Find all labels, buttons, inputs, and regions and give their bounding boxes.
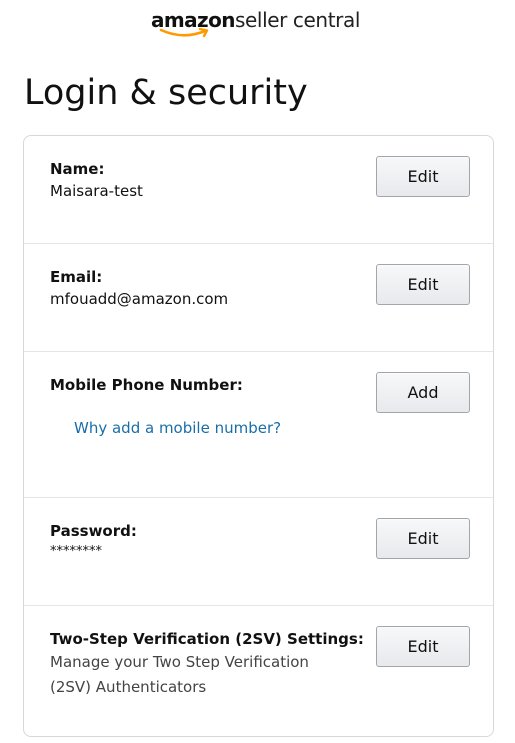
name-label: Name:: [50, 160, 105, 178]
amazon-smile-icon: [159, 27, 209, 38]
two-step-verification-label: Two-Step Verification (2SV) Settings:: [50, 630, 364, 648]
password-section: Password: ******** Edit: [24, 498, 493, 606]
page-title: Login & security: [24, 73, 308, 113]
email-section: Email: mfouadd@amazon.com Edit: [24, 244, 493, 352]
logo-product-text: seller central: [235, 8, 360, 32]
password-value: ********: [50, 544, 102, 559]
mobile-phone-label: Mobile Phone Number:: [50, 376, 243, 394]
name-value: Maisara-test: [50, 182, 143, 200]
add-mobile-button[interactable]: Add: [376, 372, 470, 413]
amazon-seller-central-logo: amazon seller central: [151, 6, 371, 42]
edit-email-button[interactable]: Edit: [376, 264, 470, 305]
name-section: Name: Maisara-test Edit: [24, 136, 493, 244]
email-value: mfouadd@amazon.com: [50, 290, 229, 308]
edit-password-button[interactable]: Edit: [376, 518, 470, 559]
edit-two-step-verification-button[interactable]: Edit: [376, 626, 470, 667]
why-add-mobile-link[interactable]: Why add a mobile number?: [74, 418, 281, 438]
password-label: Password:: [50, 522, 137, 540]
mobile-phone-section: Mobile Phone Number: Why add a mobile nu…: [24, 352, 493, 498]
email-label: Email:: [50, 268, 103, 286]
edit-name-button[interactable]: Edit: [376, 156, 470, 197]
two-step-verification-description: Manage your Two Step Verification (2SV) …: [50, 653, 309, 696]
login-security-card: Name: Maisara-test Edit Email: mfouadd@a…: [23, 135, 494, 737]
two-step-verification-section: Two-Step Verification (2SV) Settings: Ma…: [24, 606, 493, 736]
